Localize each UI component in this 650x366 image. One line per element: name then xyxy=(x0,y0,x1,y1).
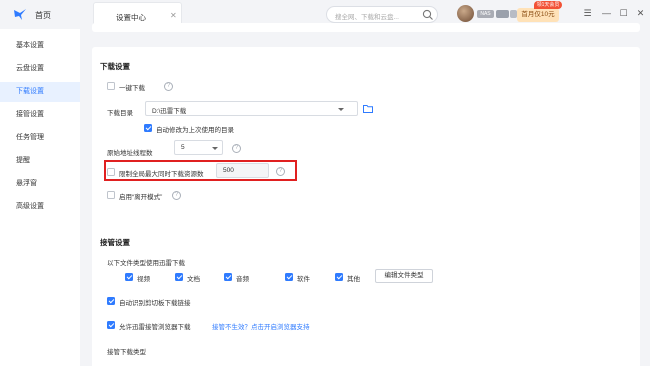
tab-label: 设置中心 xyxy=(116,13,146,22)
browser-support-link[interactable]: 接管不生效？点击开启浏览器支持 xyxy=(212,321,310,331)
sidebar-item-cloud[interactable]: 云盘设置 xyxy=(0,59,80,79)
folder-icon[interactable] xyxy=(363,104,373,113)
type-doc-label: 文档 xyxy=(187,276,200,283)
search-placeholder: 搜全网、下载和云盘... xyxy=(335,14,399,21)
sidebar-item-floating[interactable]: 悬浮窗 xyxy=(0,174,80,194)
main-content: 下载设置 一键下载 ? 下载目录 D:\迅雷下载 自动修改为上次使用的目录 原始… xyxy=(80,23,650,366)
menu-icon[interactable]: ☰ xyxy=(582,8,593,19)
sidebar-item-takeover[interactable]: 接管设置 xyxy=(0,105,80,125)
sidebar-item-advanced[interactable]: 高级设置 xyxy=(0,197,80,217)
takeover-settings-card: 接管设置 以下文件类型使用迅雷下载 视频 文档 音频 软件 其他 编辑文件类型 … xyxy=(92,229,640,366)
type-software-checkbox[interactable] xyxy=(285,273,293,281)
close-icon[interactable]: ✕ xyxy=(170,11,177,20)
type-audio-label: 音频 xyxy=(236,276,249,283)
help-icon[interactable]: ? xyxy=(164,82,173,91)
sidebar-item-download[interactable]: 下载设置 xyxy=(0,82,80,102)
download-dir-value: D:\迅雷下载 xyxy=(152,108,187,115)
xunlei-logo-icon[interactable] xyxy=(13,7,27,21)
sidebar-item-tasks[interactable]: 任务管理 xyxy=(0,128,80,148)
highlight-box xyxy=(104,160,297,181)
sidebar-item-basic[interactable]: 基本设置 xyxy=(0,36,80,56)
previous-card xyxy=(92,23,640,32)
type-audio-checkbox[interactable] xyxy=(224,273,232,281)
browser-takeover-checkbox[interactable] xyxy=(107,321,115,329)
chevron-down-icon[interactable] xyxy=(338,108,344,111)
one-click-label: 一键下载 xyxy=(119,85,145,92)
auto-modify-checkbox[interactable] xyxy=(144,124,152,132)
away-mode-label: 启用“离开模式” xyxy=(119,194,163,201)
download-dir-label: 下载目录 xyxy=(107,110,133,117)
download-type-label: 接管下载类型 xyxy=(107,349,146,356)
download-settings-card: 下载设置 一键下载 ? 下载目录 D:\迅雷下载 自动修改为上次使用的目录 原始… xyxy=(92,47,640,240)
auto-clipboard-checkbox[interactable] xyxy=(107,297,115,305)
promo-tag: 领1天会员 xyxy=(534,1,562,9)
avatar[interactable] xyxy=(457,5,474,22)
type-other-checkbox[interactable] xyxy=(335,273,343,281)
download-settings-title: 下载设置 xyxy=(100,62,130,71)
takeover-settings-title: 接管设置 xyxy=(100,238,130,247)
type-doc-checkbox[interactable] xyxy=(175,273,183,281)
close-window-icon[interactable]: ✕ xyxy=(635,8,646,19)
one-click-checkbox[interactable] xyxy=(107,82,115,90)
threads-value: 5 xyxy=(181,144,185,151)
chevron-down-icon[interactable] xyxy=(212,147,218,150)
away-mode-checkbox[interactable] xyxy=(107,191,115,199)
search-icon[interactable] xyxy=(422,9,434,21)
type-video-label: 视频 xyxy=(137,276,150,283)
sidebar: 基本设置 云盘设置 下载设置 接管设置 任务管理 提醒 悬浮窗 高级设置 xyxy=(0,29,80,366)
filetype-label: 以下文件类型使用迅雷下载 xyxy=(107,260,185,267)
help-icon[interactable]: ? xyxy=(172,191,181,200)
auto-clipboard-label: 自动识别剪切板下载链接 xyxy=(119,300,191,307)
threads-select[interactable]: 5 xyxy=(174,140,223,155)
threads-label: 原始地址线程数 xyxy=(107,150,153,157)
vip-badge-icon xyxy=(510,10,517,18)
minimize-icon[interactable]: — xyxy=(601,8,612,19)
type-video-checkbox[interactable] xyxy=(125,273,133,281)
browser-takeover-label: 允许迅雷接管浏览器下载 xyxy=(119,324,191,331)
sidebar-item-reminder[interactable]: 提醒 xyxy=(0,151,80,171)
help-icon[interactable]: ? xyxy=(232,144,241,153)
maximize-icon[interactable]: ☐ xyxy=(618,8,629,19)
home-tab[interactable]: 首页 xyxy=(35,10,51,21)
promo-button[interactable]: 首月仅10元 xyxy=(517,8,559,22)
type-software-label: 软件 xyxy=(297,276,310,283)
username-placeholder xyxy=(496,10,509,18)
edit-filetypes-button[interactable]: 编辑文件类型 xyxy=(375,269,433,283)
download-dir-select[interactable]: D:\迅雷下载 xyxy=(145,101,358,116)
auto-modify-label: 自动修改为上次使用的目录 xyxy=(156,127,234,134)
user-badge: NAS xyxy=(477,10,494,18)
type-other-label: 其他 xyxy=(347,276,360,283)
search-input[interactable]: 搜全网、下载和云盘... xyxy=(326,6,438,23)
